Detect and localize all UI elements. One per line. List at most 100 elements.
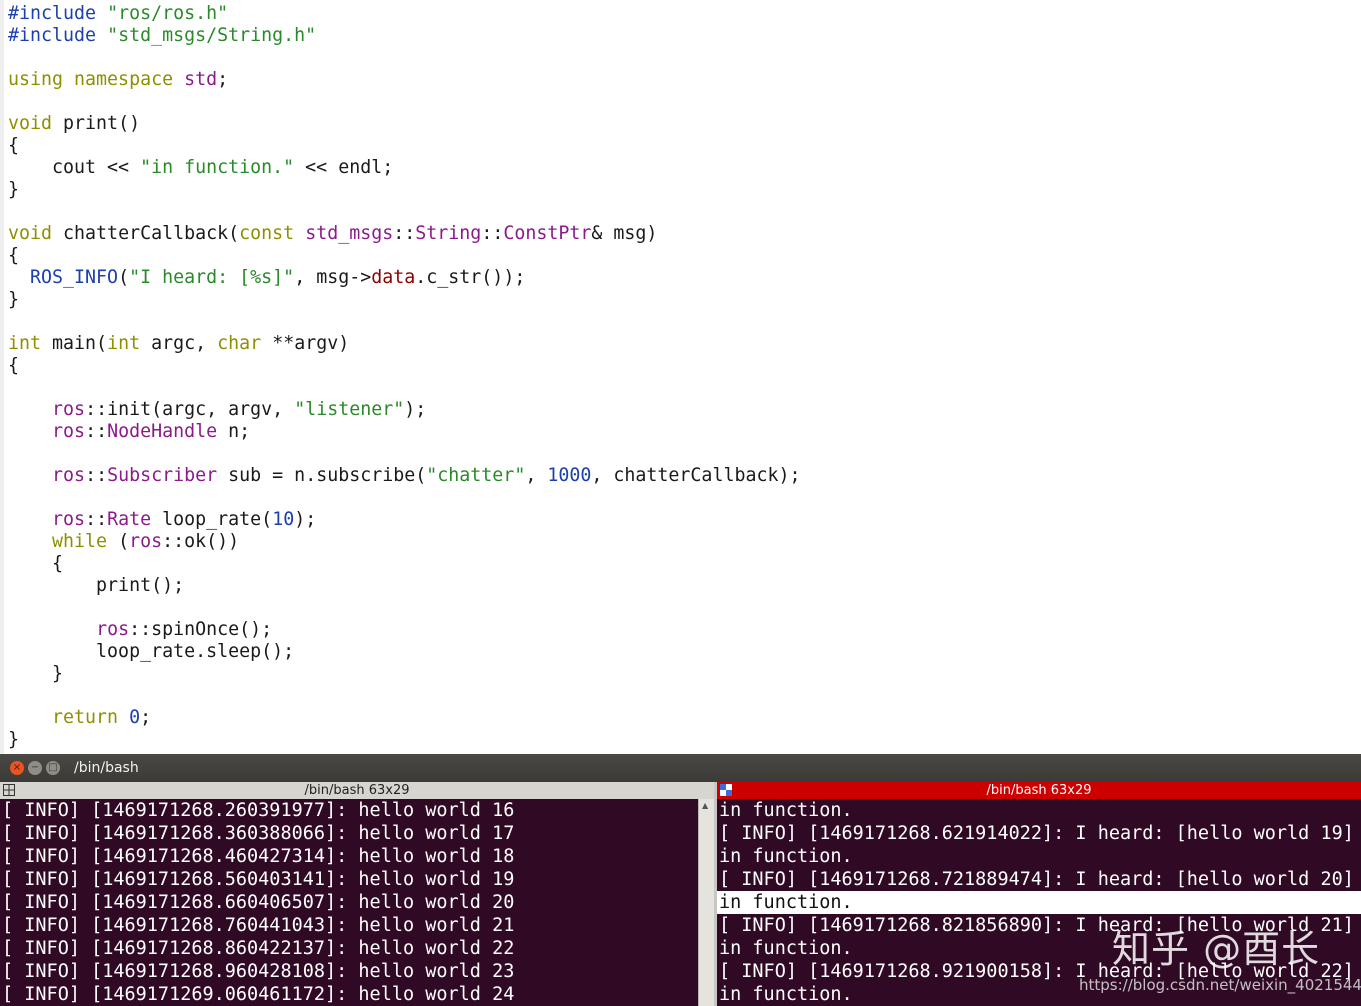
code-line: } xyxy=(8,179,19,201)
code-token: "std_msgs/String.h" xyxy=(107,25,317,46)
watermark-logo: 知乎 @酉长 xyxy=(1112,927,1321,971)
code-line: { xyxy=(8,355,19,377)
code-token: ( xyxy=(118,267,130,288)
code-token: Rate xyxy=(107,509,152,530)
terminal-output-line: in function. xyxy=(719,938,853,959)
code-token: { xyxy=(8,553,64,574)
right-terminal-pane[interactable]: in function.[ INFO] [1469171268.62191402… xyxy=(717,799,1361,1006)
code-token: ::spinOnce(); xyxy=(129,619,273,640)
code-token: loop_rate.sleep(); xyxy=(8,641,295,662)
code-line: ros::spinOnce(); xyxy=(8,619,272,641)
code-token: & msg) xyxy=(591,223,658,244)
code-token: 0 xyxy=(129,707,141,728)
code-token: ); xyxy=(404,399,427,420)
code-token: loop_rate( xyxy=(151,509,273,530)
terminal-output-line: in function. xyxy=(719,984,853,1005)
code-token: :: xyxy=(393,223,416,244)
code-line: ros::init(argc, argv, "listener"); xyxy=(8,399,426,421)
terminal-output-line: in function. xyxy=(717,891,1361,914)
code-token: ::ok()) xyxy=(162,531,240,552)
terminal-output-line: [ INFO] [1469171268.260391977]: hello wo… xyxy=(2,800,515,821)
code-token: } xyxy=(8,663,64,684)
code-token: String xyxy=(415,223,482,244)
minimize-icon: − xyxy=(30,762,40,773)
terminal-output-line: [ INFO] [1469171268.560403141]: hello wo… xyxy=(2,869,515,890)
code-token: void xyxy=(8,223,53,244)
split-pane-icon xyxy=(3,784,15,796)
code-token: << endl; xyxy=(294,157,394,178)
close-button[interactable]: × xyxy=(10,761,24,775)
code-line: cout << "in function." << endl; xyxy=(8,157,393,179)
code-line: return 0; xyxy=(8,707,151,729)
code-token: ros xyxy=(52,399,86,420)
code-token: "chatter" xyxy=(426,465,526,486)
code-token: ; xyxy=(140,707,152,728)
code-token: :: xyxy=(85,509,108,530)
right-pane-title: /bin/bash 63x29 xyxy=(986,783,1092,798)
left-pane-scrollbar[interactable]: ▲ xyxy=(698,799,714,1006)
code-token: std xyxy=(184,69,218,90)
code-token: ros xyxy=(96,619,130,640)
code-token: sub = n.subscribe( xyxy=(217,465,427,486)
code-token: ROS_INFO xyxy=(30,267,119,288)
code-token: ); xyxy=(294,509,317,530)
code-token: } xyxy=(8,289,20,310)
code-token: data xyxy=(371,267,416,288)
code-token: .c_str()); xyxy=(415,267,526,288)
code-token: { xyxy=(8,355,20,376)
terminal-output-line: [ INFO] [1469171268.721889474]: I heard:… xyxy=(719,869,1354,890)
window-title: /bin/bash xyxy=(74,760,139,776)
code-line: loop_rate.sleep(); xyxy=(8,641,294,663)
maximize-button[interactable]: □ xyxy=(46,761,60,775)
code-token: ros xyxy=(52,421,86,442)
code-token: void xyxy=(8,113,53,134)
code-token: 1000 xyxy=(547,465,592,486)
code-token: { xyxy=(8,135,20,156)
code-token: #include xyxy=(8,25,108,46)
code-token: :: xyxy=(481,223,504,244)
code-token: , xyxy=(525,465,548,486)
scroll-up-icon[interactable]: ▲ xyxy=(702,801,708,810)
terminal-output-line: [ INFO] [1469171268.460427314]: hello wo… xyxy=(2,846,515,867)
editor-gutter xyxy=(0,0,4,754)
code-token: char xyxy=(217,333,262,354)
left-pane-titlebar[interactable]: /bin/bash 63x29 xyxy=(0,782,714,799)
code-line: { xyxy=(8,553,63,575)
code-token: Subscriber xyxy=(107,465,218,486)
terminal-output-line: [ INFO] [1469171268.621914022]: I heard:… xyxy=(719,823,1354,844)
window-titlebar[interactable]: × − □ /bin/bash xyxy=(0,754,1361,782)
code-editor[interactable]: #include "ros/ros.h" #include "std_msgs/S… xyxy=(0,0,1361,754)
code-line: using namespace std; xyxy=(8,69,228,91)
code-token: std_msgs xyxy=(305,223,394,244)
minimize-button[interactable]: − xyxy=(28,761,42,775)
code-token: ConstPtr xyxy=(503,223,592,244)
code-token: "I heard: [%s]" xyxy=(129,267,295,288)
code-token: int xyxy=(107,333,141,354)
code-token: while xyxy=(52,531,108,552)
terminal-output-line: in function. xyxy=(719,800,853,821)
code-line: ros::NodeHandle n; xyxy=(8,421,250,443)
code-line: ROS_INFO("I heard: [%s]", msg->data.c_st… xyxy=(8,267,525,289)
code-token: ros xyxy=(52,465,86,486)
code-token: main( xyxy=(41,333,108,354)
code-token: , chatterCallback); xyxy=(591,465,801,486)
code-line: ros::Rate loop_rate(10); xyxy=(8,509,316,531)
code-token: ( xyxy=(107,531,130,552)
watermark-url: https://blog.csdn.net/weixin_40215443 xyxy=(1079,976,1361,994)
code-token: ; xyxy=(217,69,229,90)
code-line: int main(int argc, char **argv) xyxy=(8,333,349,355)
maximize-icon: □ xyxy=(48,762,58,773)
terminal-output-line: in function. xyxy=(719,846,853,867)
left-terminal-pane[interactable]: [ INFO] [1469171268.260391977]: hello wo… xyxy=(0,799,698,1006)
right-pane-titlebar[interactable]: /bin/bash 63x29 xyxy=(717,782,1361,799)
code-line: #include "ros/ros.h" xyxy=(8,3,228,25)
split-pane-icon xyxy=(720,784,732,796)
code-line: } xyxy=(8,289,19,311)
close-icon: × xyxy=(12,762,22,773)
code-token: const xyxy=(239,223,306,244)
code-token: **argv) xyxy=(261,333,350,354)
